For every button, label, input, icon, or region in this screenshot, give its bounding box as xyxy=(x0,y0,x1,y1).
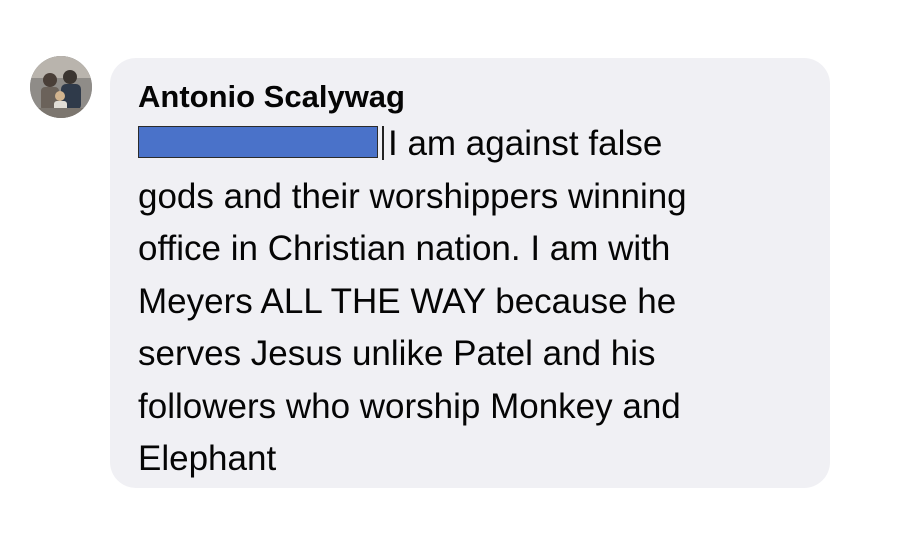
comment-line-4: Meyers ALL THE WAY because he xyxy=(138,281,677,321)
author-name-link[interactable]: Antonio Scalywag xyxy=(138,78,806,116)
comment-text: I am against false gods and their worshi… xyxy=(138,118,808,486)
comment-line-1: I am against false xyxy=(138,118,808,171)
comment-line-5: serves Jesus unlike Patel and his xyxy=(138,334,656,373)
text-cursor xyxy=(382,126,384,160)
comment-line-3: office in Christian nation. I am with xyxy=(138,229,671,268)
comment-thread: Antonio Scalywag I am against false gods… xyxy=(0,0,900,538)
comment-line-7: Elephant xyxy=(138,439,277,478)
user-photo-avatar-icon xyxy=(30,56,92,118)
comment-line-6: followers who worship Monkey and xyxy=(138,386,681,426)
redacted-mention-tag[interactable] xyxy=(138,126,378,158)
comment-line-2: gods and their worshippers winning xyxy=(138,176,687,216)
author-avatar[interactable] xyxy=(30,56,92,118)
comment-line-text: I am against false xyxy=(388,124,663,163)
comment-bubble: Antonio Scalywag I am against false gods… xyxy=(110,58,830,488)
